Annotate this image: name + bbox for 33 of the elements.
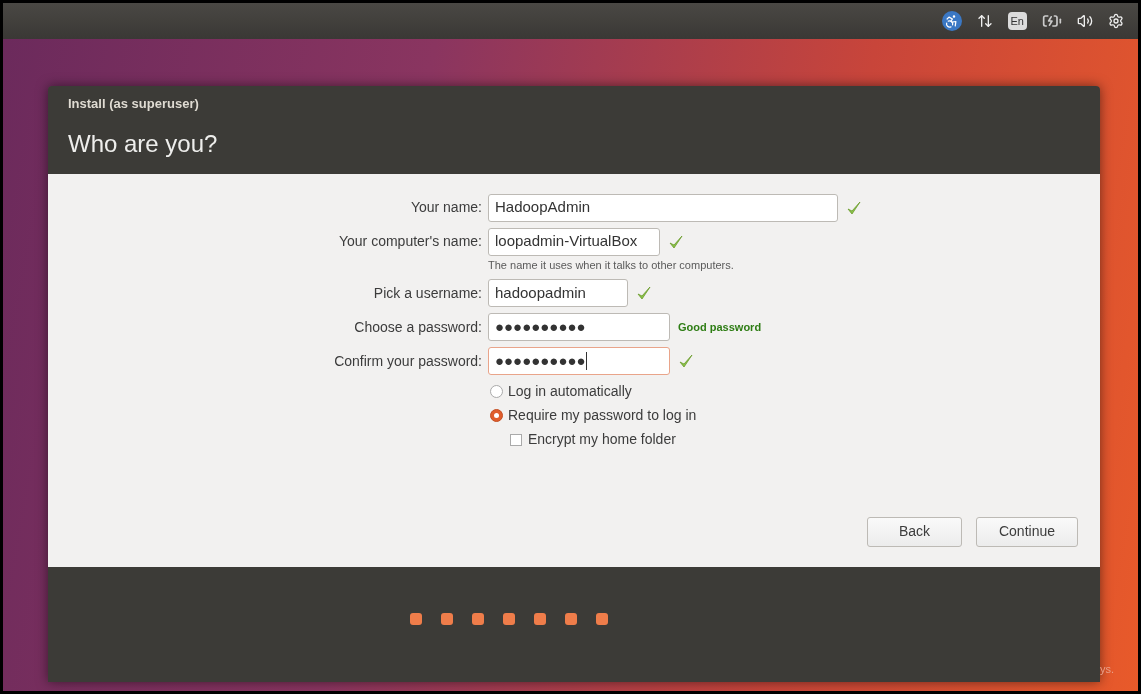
input-field[interactable]: ●●●●●●●●●●	[488, 313, 670, 341]
field-label: Confirm your password:	[333, 351, 482, 371]
radio-icon[interactable]	[490, 409, 503, 422]
check-icon	[668, 233, 684, 250]
desktop-text: ys.	[1099, 661, 1114, 677]
continue-button[interactable]: Continue	[976, 516, 1078, 547]
hint-text: The name it uses when it talks to other computers.	[488, 257, 735, 273]
volume-icon[interactable]	[1077, 13, 1093, 29]
field-label: Your name:	[409, 198, 482, 217]
radio-icon[interactable]	[490, 385, 503, 398]
input-field[interactable]: loopadmin-VirtualBox	[488, 227, 660, 256]
radio-option[interactable]: Require my password to log in	[490, 405, 1100, 426]
checkbox-option[interactable]: Encrypt my home folder	[510, 429, 1100, 450]
field-label: Choose a password:	[353, 317, 482, 337]
accessibility-icon[interactable]	[941, 11, 962, 31]
back-button[interactable]: Back	[867, 516, 962, 547]
radio-option[interactable]: Log in automatically	[490, 381, 1100, 402]
check-icon	[678, 353, 694, 369]
text-cursor	[585, 352, 587, 370]
window-title: Install (as superuser)	[68, 95, 200, 113]
input-field[interactable]: ●●●●●●●●●●	[488, 347, 670, 375]
check-icon	[846, 199, 862, 216]
network-icon[interactable]	[976, 13, 993, 29]
check-icon	[636, 285, 652, 301]
input-field[interactable]: hadoopadmin	[488, 279, 628, 307]
password-strength: Good password	[678, 319, 762, 335]
keyboard-layout-indicator[interactable]: En	[1007, 11, 1027, 31]
field-label: Your computer's name:	[338, 232, 482, 251]
input-field[interactable]: HadoopAdmin	[488, 193, 838, 222]
page-heading: Who are you?	[68, 128, 219, 159]
settings-icon[interactable]	[1108, 13, 1124, 29]
checkbox-icon[interactable]	[510, 433, 522, 446]
field-label: Pick a username:	[372, 283, 482, 303]
